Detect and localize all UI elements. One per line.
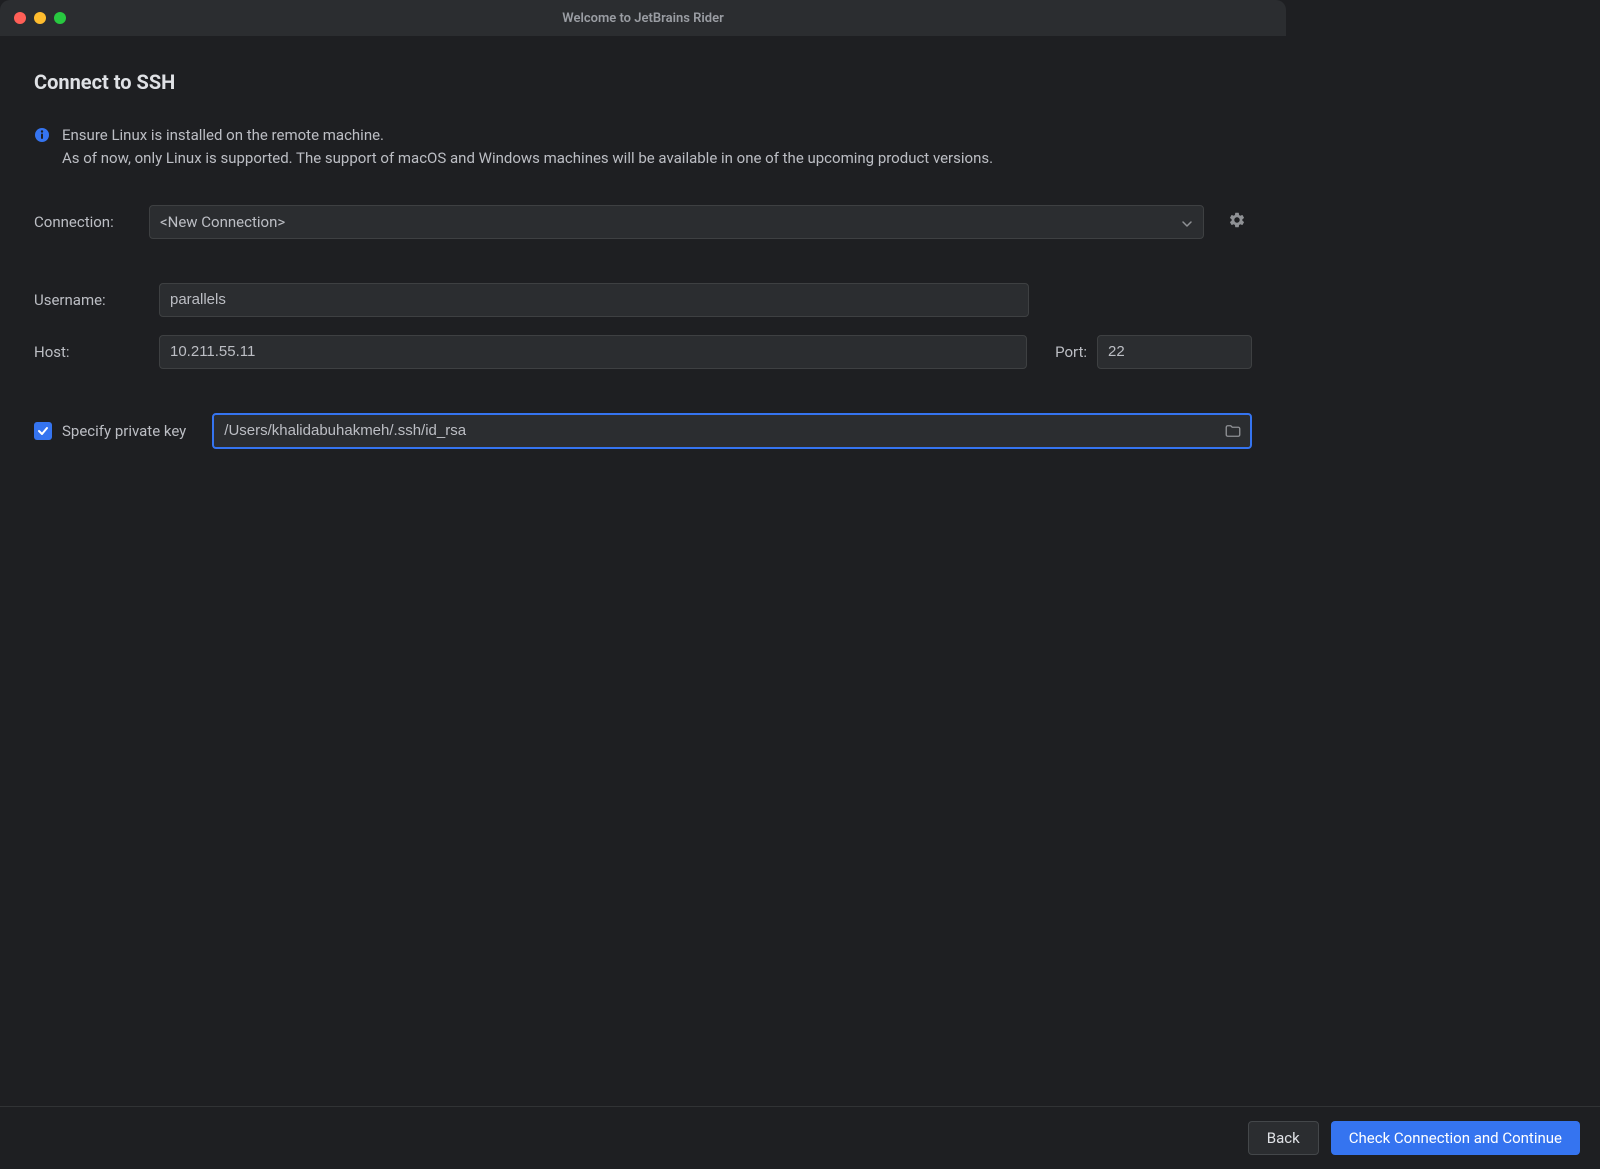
titlebar: Welcome to JetBrains Rider xyxy=(0,0,1286,36)
private-key-input-wrap xyxy=(212,413,1252,449)
content-area: Connect to SSH Ensure Linux is installed… xyxy=(0,36,1286,449)
connection-settings-button[interactable] xyxy=(1222,207,1252,237)
check-icon xyxy=(37,425,49,437)
connection-select[interactable]: <New Connection> xyxy=(149,205,1204,239)
browse-folder-button[interactable] xyxy=(1224,422,1242,440)
username-row: Username: xyxy=(34,283,1252,317)
footer: Back Check Connection and Continue xyxy=(0,1106,1600,1169)
maximize-window-button[interactable] xyxy=(54,12,66,24)
info-panel: Ensure Linux is installed on the remote … xyxy=(34,124,1252,171)
info-icon xyxy=(34,127,50,143)
port-input[interactable] xyxy=(1097,335,1252,369)
host-input[interactable] xyxy=(159,335,1027,369)
connection-label: Connection: xyxy=(34,213,149,231)
specify-private-key-label: Specify private key xyxy=(62,422,186,440)
private-key-input[interactable] xyxy=(212,413,1252,449)
close-window-button[interactable] xyxy=(14,12,26,24)
host-label: Host: xyxy=(34,343,149,361)
window-title: Welcome to JetBrains Rider xyxy=(0,11,1286,26)
info-text: Ensure Linux is installed on the remote … xyxy=(62,124,993,171)
check-connection-button[interactable]: Check Connection and Continue xyxy=(1331,1121,1580,1155)
back-button[interactable]: Back xyxy=(1248,1121,1319,1155)
username-label: Username: xyxy=(34,291,149,309)
window-controls xyxy=(0,12,66,24)
private-key-row: Specify private key xyxy=(34,413,1252,449)
connection-row: Connection: <New Connection> xyxy=(34,205,1252,239)
minimize-window-button[interactable] xyxy=(34,12,46,24)
page-title: Connect to SSH xyxy=(34,70,1252,94)
specify-private-key-checkbox[interactable]: Specify private key xyxy=(34,422,186,440)
host-row: Host: Port: xyxy=(34,335,1252,369)
info-line-1: Ensure Linux is installed on the remote … xyxy=(62,126,384,144)
info-line-2: As of now, only Linux is supported. The … xyxy=(62,149,993,167)
chevron-down-icon xyxy=(1181,216,1193,228)
username-input[interactable] xyxy=(159,283,1029,317)
gear-icon xyxy=(1228,211,1246,232)
connection-selected-value: <New Connection> xyxy=(160,213,285,231)
folder-icon xyxy=(1224,422,1242,440)
checkbox-box xyxy=(34,422,52,440)
port-label: Port: xyxy=(1055,343,1087,361)
